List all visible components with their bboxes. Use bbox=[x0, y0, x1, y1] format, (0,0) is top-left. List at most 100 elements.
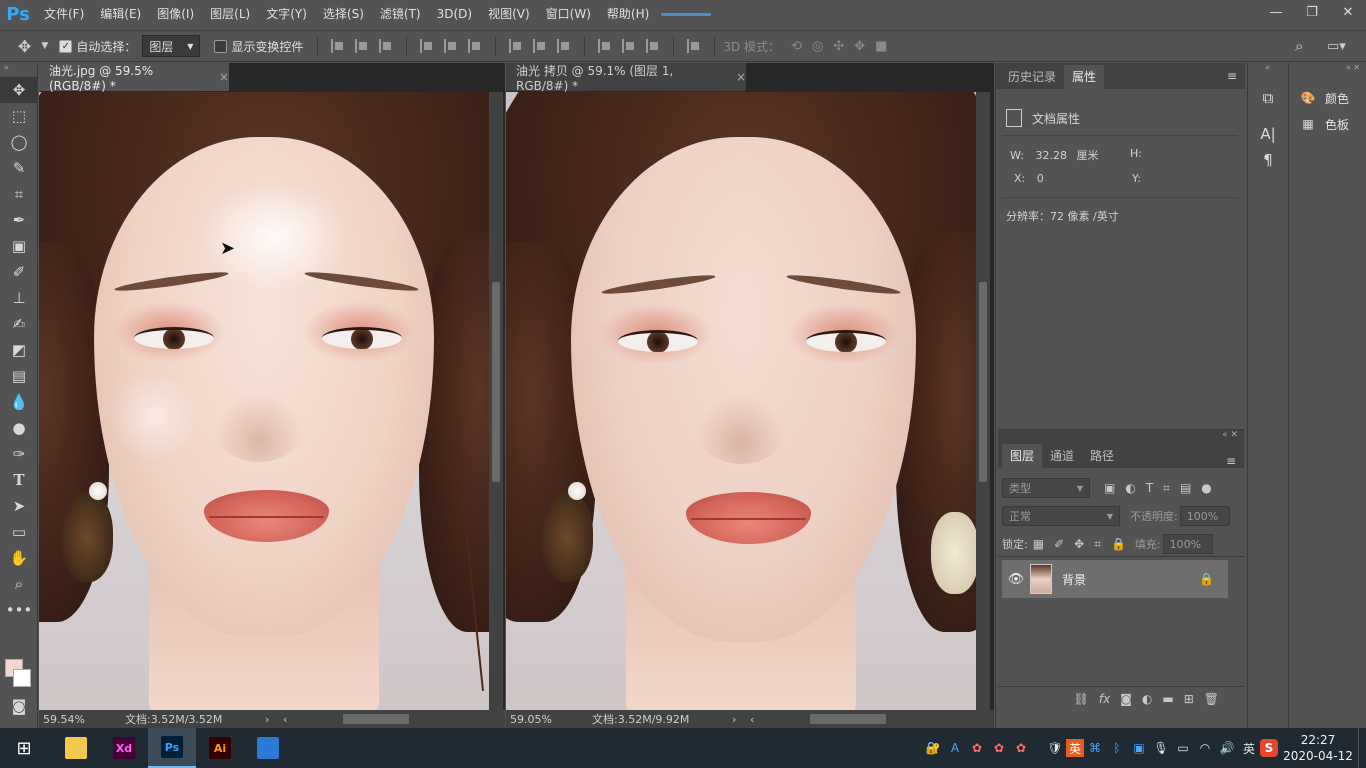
wifi-icon[interactable]: ◠ bbox=[1194, 728, 1216, 768]
taskbar-photoshop[interactable]: Ps bbox=[148, 728, 196, 768]
tray-a-icon[interactable]: A bbox=[944, 728, 966, 768]
3d-drag-icon[interactable]: ✣ bbox=[833, 39, 844, 54]
canvas-original[interactable] bbox=[39, 92, 489, 710]
workspace-icon[interactable]: ▭▾ bbox=[1327, 39, 1346, 54]
shield-icon[interactable]: 🛡 bbox=[1044, 728, 1066, 768]
panel-menu-icon[interactable]: ≡ bbox=[1227, 69, 1237, 83]
volume-icon[interactable]: 🔊 bbox=[1216, 728, 1238, 768]
width-value[interactable]: 32.28 bbox=[1035, 149, 1067, 162]
lock-pixels-icon[interactable]: ✐ bbox=[1054, 537, 1064, 551]
tab-channels[interactable]: 通道 bbox=[1042, 444, 1082, 468]
lock-artboard-icon[interactable]: ⌗ bbox=[1094, 537, 1101, 552]
tray-app-icon-4[interactable]: ▣ bbox=[1128, 728, 1150, 768]
quick-select-tool[interactable]: ✎ bbox=[0, 155, 38, 181]
microphone-icon[interactable]: 🎙 bbox=[1150, 728, 1172, 768]
3d-slide-icon[interactable]: ✥ bbox=[854, 39, 865, 54]
zoom-level[interactable]: 59.54% bbox=[43, 713, 125, 726]
menu-select[interactable]: 选择(S) bbox=[315, 0, 372, 28]
zoom-tool[interactable]: ⌕ bbox=[0, 571, 38, 597]
start-button[interactable]: ⊞ bbox=[0, 728, 48, 768]
type-tool[interactable]: T bbox=[0, 467, 38, 493]
3d-camera-icon[interactable]: ■ bbox=[875, 39, 887, 54]
menu-window[interactable]: 窗口(W) bbox=[538, 0, 599, 28]
new-layer-icon[interactable]: ⊞ bbox=[1184, 692, 1194, 706]
background-color-swatch[interactable] bbox=[13, 669, 31, 687]
character-icon[interactable]: A| bbox=[1248, 121, 1288, 147]
align-vcenter-icon[interactable] bbox=[355, 39, 369, 53]
align-bottom-icon[interactable] bbox=[379, 39, 393, 53]
layer-style-fx-icon[interactable]: fx bbox=[1099, 692, 1110, 706]
align-left-icon[interactable] bbox=[420, 39, 434, 53]
filter-shape-icon[interactable]: ⌗ bbox=[1163, 481, 1170, 496]
clock[interactable]: 22:27 2020-04-12 bbox=[1278, 732, 1358, 764]
tab-properties[interactable]: 属性 bbox=[1064, 65, 1105, 89]
menu-edit[interactable]: 编辑(E) bbox=[92, 0, 149, 28]
ime-icon[interactable]: 英 bbox=[1066, 739, 1084, 757]
scroll-left-icon[interactable]: ‹ bbox=[750, 713, 810, 726]
tray-flower-icon-2[interactable]: ✿ bbox=[988, 728, 1010, 768]
layer-row[interactable]: 👁 背景 🔒 bbox=[1002, 560, 1228, 598]
align-right-icon[interactable] bbox=[468, 39, 482, 53]
distribute-top-icon[interactable] bbox=[509, 39, 523, 53]
lock-position-icon[interactable]: ✥ bbox=[1074, 537, 1084, 551]
battery-icon[interactable]: ▭ bbox=[1172, 728, 1194, 768]
layer-filter-dropdown[interactable]: 类型 ▼ bbox=[1002, 478, 1090, 498]
path-select-tool[interactable]: ➤ bbox=[0, 493, 38, 519]
hand-tool[interactable]: ✋ bbox=[0, 545, 38, 571]
visibility-eye-icon[interactable]: 👁 bbox=[1002, 572, 1030, 587]
3d-roll-icon[interactable]: ◎ bbox=[812, 39, 823, 54]
close-tab-icon[interactable]: × bbox=[219, 70, 229, 84]
tab-paths[interactable]: 路径 bbox=[1082, 444, 1122, 468]
paragraph-icon[interactable]: ¶ bbox=[1248, 147, 1288, 173]
tab-layers[interactable]: 图层 bbox=[1002, 444, 1043, 468]
lock-all-icon[interactable]: 🔒 bbox=[1111, 537, 1126, 551]
auto-select-dropdown[interactable]: 图层 ▼ bbox=[142, 35, 201, 57]
distribute-vcenter-icon[interactable] bbox=[533, 39, 547, 53]
opacity-input[interactable]: 100% bbox=[1179, 506, 1230, 526]
vertical-scrollbar[interactable] bbox=[976, 92, 990, 710]
tab-history[interactable]: 历史记录 bbox=[1000, 65, 1064, 89]
status-menu-icon[interactable]: › bbox=[265, 713, 283, 726]
pen-tool[interactable]: ✑ bbox=[0, 441, 38, 467]
canvas-copy[interactable] bbox=[506, 92, 976, 710]
filter-type-icon[interactable]: T bbox=[1146, 481, 1153, 495]
more-tools[interactable]: ••• bbox=[0, 597, 38, 623]
menu-type[interactable]: 文字(Y) bbox=[258, 0, 315, 28]
restore-button[interactable]: ❐ bbox=[1294, 0, 1330, 24]
delete-layer-trash-icon[interactable]: 🗑 bbox=[1204, 692, 1219, 706]
dodge-tool[interactable]: ● bbox=[0, 415, 38, 441]
bluetooth-icon[interactable]: ᛒ bbox=[1106, 728, 1128, 768]
move-tool-icon[interactable]: ✥ bbox=[18, 37, 31, 56]
tray-flower-icon[interactable]: ✿ bbox=[966, 728, 988, 768]
color-panel-item[interactable]: 🎨 颜色 bbox=[1289, 85, 1366, 111]
fill-input[interactable]: 100% bbox=[1162, 534, 1213, 554]
taskbar-file-explorer[interactable] bbox=[52, 728, 100, 768]
align-hcenter-icon[interactable] bbox=[444, 39, 458, 53]
status-menu-icon[interactable]: › bbox=[732, 713, 750, 726]
3d-rotate-icon[interactable]: ⟲ bbox=[791, 39, 802, 54]
crop-tool[interactable]: ⌗ bbox=[0, 181, 38, 207]
panel-c-collapse-icon[interactable]: » ✕ bbox=[1289, 63, 1366, 77]
vertical-scrollbar[interactable] bbox=[489, 92, 503, 710]
menu-3d[interactable]: 3D(D) bbox=[429, 0, 480, 28]
horizontal-scroll-thumb[interactable] bbox=[810, 714, 886, 724]
eyedropper-tool[interactable]: ✒ bbox=[0, 207, 38, 233]
clone-stamp-tool[interactable]: ⊥ bbox=[0, 285, 38, 311]
eraser-tool[interactable]: ◩ bbox=[0, 337, 38, 363]
layers-menu-icon[interactable]: ≡ bbox=[1226, 454, 1236, 468]
menu-view[interactable]: 视图(V) bbox=[480, 0, 538, 28]
gradient-tool[interactable]: ▤ bbox=[0, 363, 38, 389]
auto-select-checkbox[interactable]: ✓ bbox=[59, 39, 73, 53]
blur-tool[interactable]: 💧 bbox=[0, 389, 38, 415]
taskbar-adobe-xd[interactable]: Xd bbox=[100, 728, 148, 768]
wps-icon[interactable]: S bbox=[1260, 739, 1278, 757]
taskbar-window-app[interactable] bbox=[244, 728, 292, 768]
strip-collapse-icon[interactable]: « bbox=[1248, 63, 1287, 77]
show-desktop-button[interactable] bbox=[1358, 728, 1366, 768]
input-method-label[interactable]: 英 bbox=[1238, 728, 1260, 768]
align-top-icon[interactable] bbox=[331, 39, 345, 53]
lock-transparent-icon[interactable]: ▦ bbox=[1033, 537, 1044, 551]
zoom-level[interactable]: 59.05% bbox=[510, 713, 592, 726]
filter-toggle-icon[interactable]: ● bbox=[1201, 481, 1211, 495]
rectangle-tool[interactable]: ▭ bbox=[0, 519, 38, 545]
